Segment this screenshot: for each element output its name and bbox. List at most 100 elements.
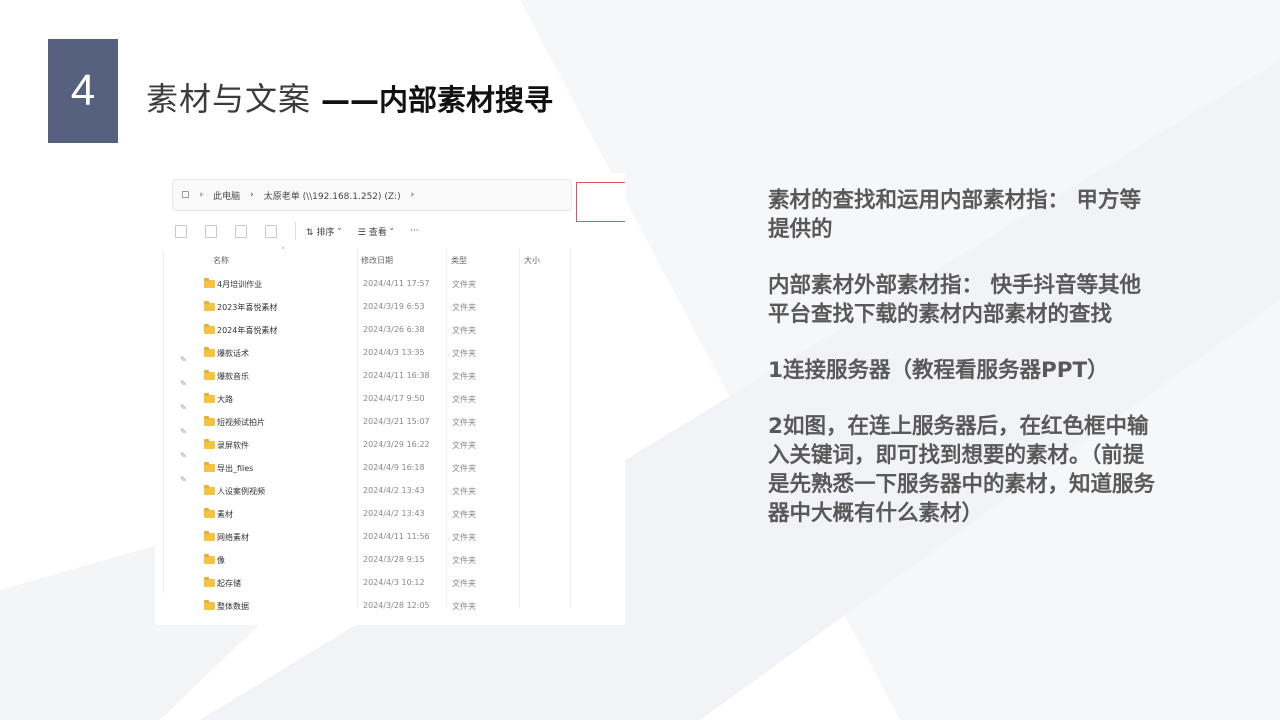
- file-type: 文件夹: [452, 349, 476, 358]
- file-name: 爆款话术: [217, 349, 249, 358]
- address-bar[interactable]: ▢ › 此电脑 › 太原老单 (\\192.168.1.252) (Z:) ›: [172, 179, 572, 211]
- file-row[interactable]: 网络素材 2024/4/11 11:56 文件夹: [155, 527, 625, 549]
- file-type: 文件夹: [452, 303, 476, 312]
- file-name: 2024年喜悦素材: [217, 326, 278, 335]
- note-paragraph-3: 1连接服务器（教程看服务器PPT）: [768, 358, 1109, 383]
- title-main: 素材与文案: [146, 80, 312, 118]
- title-sub: ——内部素材搜寻: [321, 83, 554, 117]
- file-name: 2023年喜悦素材: [217, 303, 278, 312]
- file-row[interactable]: 人设案例视频 2024/4/2 13:43 文件夹: [155, 481, 625, 503]
- folder-icon: [204, 416, 215, 426]
- file-date: 2024/3/21 15:07: [363, 417, 430, 426]
- note-paragraph-2: 内部素材外部素材指： 快手抖音等其他平台查找下载的素材内部素材的查找: [768, 273, 1141, 327]
- file-explorer-screenshot: ▢ › 此电脑 › 太原老单 (\\192.168.1.252) (Z:) › …: [155, 173, 625, 625]
- paste-icon[interactable]: [235, 224, 247, 238]
- file-name: 网络素材: [217, 533, 249, 542]
- file-row[interactable]: 4月培训作业 2024/4/11 17:57 文件夹: [155, 274, 625, 296]
- file-date: 2024/4/3 13:35: [363, 348, 425, 357]
- file-type: 文件夹: [452, 418, 476, 427]
- folder-icon: [204, 600, 215, 610]
- file-type: 文件夹: [452, 326, 476, 335]
- file-row[interactable]: 素材 2024/4/2 13:43 文件夹: [155, 504, 625, 526]
- file-type: 文件夹: [452, 372, 476, 381]
- file-date: 2024/4/9 16:18: [363, 463, 425, 472]
- monitor-icon: ▢: [181, 190, 190, 200]
- folder-icon: [204, 324, 215, 334]
- column-header-date[interactable]: 修改日期: [361, 255, 393, 266]
- cut-icon[interactable]: [175, 224, 187, 238]
- file-row[interactable]: 录屏软件 2024/3/29 16:22 文件夹: [155, 435, 625, 457]
- folder-icon: [204, 531, 215, 541]
- file-date: 2024/4/11 16:38: [363, 371, 430, 380]
- explorer-toolbar: ⇅ 排序 ˅ ☰ 查看 ˅ ···: [175, 219, 615, 243]
- folder-icon: [204, 508, 215, 518]
- file-date: 2024/4/3 10:12: [363, 578, 425, 587]
- sort-caret-icon: ˄: [281, 247, 286, 257]
- note-paragraph-1: 素材的查找和运用内部素材指： 甲方等提供的: [768, 188, 1141, 242]
- file-date: 2024/3/29 16:22: [363, 440, 430, 449]
- file-row[interactable]: 爆款话术 2024/4/3 13:35 文件夹: [155, 343, 625, 365]
- file-type: 文件夹: [452, 464, 476, 473]
- instruction-notes: 素材的查找和运用内部素材指： 甲方等提供的 内部素材外部素材指： 快手抖音等其他…: [768, 186, 1158, 555]
- file-row[interactable]: 大路 2024/4/17 9:50 文件夹: [155, 389, 625, 411]
- file-type: 文件夹: [452, 441, 476, 450]
- file-date: 2024/3/26 6:38: [363, 325, 425, 334]
- file-name: 4月培训作业: [217, 280, 263, 289]
- slide-title: 素材与文案 ——内部素材搜寻: [146, 74, 553, 120]
- file-name: 录屏软件: [217, 441, 249, 450]
- folder-icon: [204, 577, 215, 587]
- search-box-highlight[interactable]: [576, 182, 625, 222]
- file-date: 2024/4/11 11:56: [363, 532, 430, 541]
- file-date: 2024/4/17 9:50: [363, 394, 425, 403]
- view-button[interactable]: ☰ 查看 ˅: [358, 225, 394, 238]
- file-name: 导出_files: [217, 464, 254, 473]
- sort-button[interactable]: ⇅ 排序 ˅: [306, 225, 342, 238]
- chevron-right-icon: ›: [250, 190, 254, 200]
- file-type: 文件夹: [452, 510, 476, 519]
- folder-icon: [204, 370, 215, 380]
- file-date: 2024/4/2 13:43: [363, 486, 425, 495]
- file-type: 文件夹: [452, 395, 476, 404]
- copy-icon[interactable]: [205, 224, 217, 238]
- file-type: 文件夹: [452, 602, 476, 611]
- file-name: 整体数据: [217, 602, 249, 611]
- file-row[interactable]: 2024年喜悦素材 2024/3/26 6:38 文件夹: [155, 320, 625, 342]
- folder-icon: [204, 347, 215, 357]
- address-segment-pc[interactable]: 此电脑: [213, 189, 240, 202]
- delete-icon[interactable]: [265, 224, 277, 238]
- folder-icon: [204, 278, 215, 288]
- file-type: 文件夹: [452, 533, 476, 542]
- file-type: 文件夹: [452, 280, 476, 289]
- file-row[interactable]: 爆款音乐 2024/4/11 16:38 文件夹: [155, 366, 625, 388]
- file-date: 2024/4/2 13:43: [363, 509, 425, 518]
- file-type: 文件夹: [452, 487, 476, 496]
- file-type: 文件夹: [452, 556, 476, 565]
- column-header-size[interactable]: 大小: [524, 255, 540, 266]
- file-name: 素材: [217, 510, 233, 519]
- column-header-name[interactable]: 名称: [213, 255, 229, 266]
- file-date: 2024/3/19 6:53: [363, 302, 425, 311]
- file-name: 短视频试拍片: [217, 418, 265, 427]
- file-date: 2024/4/11 17:57: [363, 279, 430, 288]
- file-row[interactable]: 2023年喜悦素材 2024/3/19 6:53 文件夹: [155, 297, 625, 319]
- more-options-button[interactable]: ···: [410, 226, 419, 236]
- folder-icon: [204, 554, 215, 564]
- file-row[interactable]: 导出_files 2024/4/9 16:18 文件夹: [155, 458, 625, 480]
- folder-icon: [204, 462, 215, 472]
- file-date: 2024/3/28 9:15: [363, 555, 425, 564]
- section-number-badge: 4: [48, 39, 118, 143]
- address-segment-server[interactable]: 太原老单 (\\192.168.1.252) (Z:): [264, 189, 401, 202]
- chevron-right-icon: ›: [410, 190, 415, 200]
- folder-icon: [204, 485, 215, 495]
- toolbar-divider: [295, 222, 296, 240]
- file-row[interactable]: 起存储 2024/4/3 10:12 文件夹: [155, 573, 625, 595]
- file-row[interactable]: 短视频试拍片 2024/3/21 15:07 文件夹: [155, 412, 625, 434]
- file-row[interactable]: 整体数据 2024/3/28 12:05 文件夹: [155, 596, 625, 618]
- file-name: 起存储: [217, 579, 241, 588]
- column-header-type[interactable]: 类型: [451, 255, 467, 266]
- note-paragraph-4: 2如图，在连上服务器后，在红色框中输入关键词，即可找到想要的素材。（前提是先熟悉…: [768, 414, 1156, 526]
- file-name: 像: [217, 556, 225, 565]
- file-type: 文件夹: [452, 579, 476, 588]
- chevron-right-icon: ›: [199, 190, 204, 200]
- file-row[interactable]: 像 2024/3/28 9:15 文件夹: [155, 550, 625, 572]
